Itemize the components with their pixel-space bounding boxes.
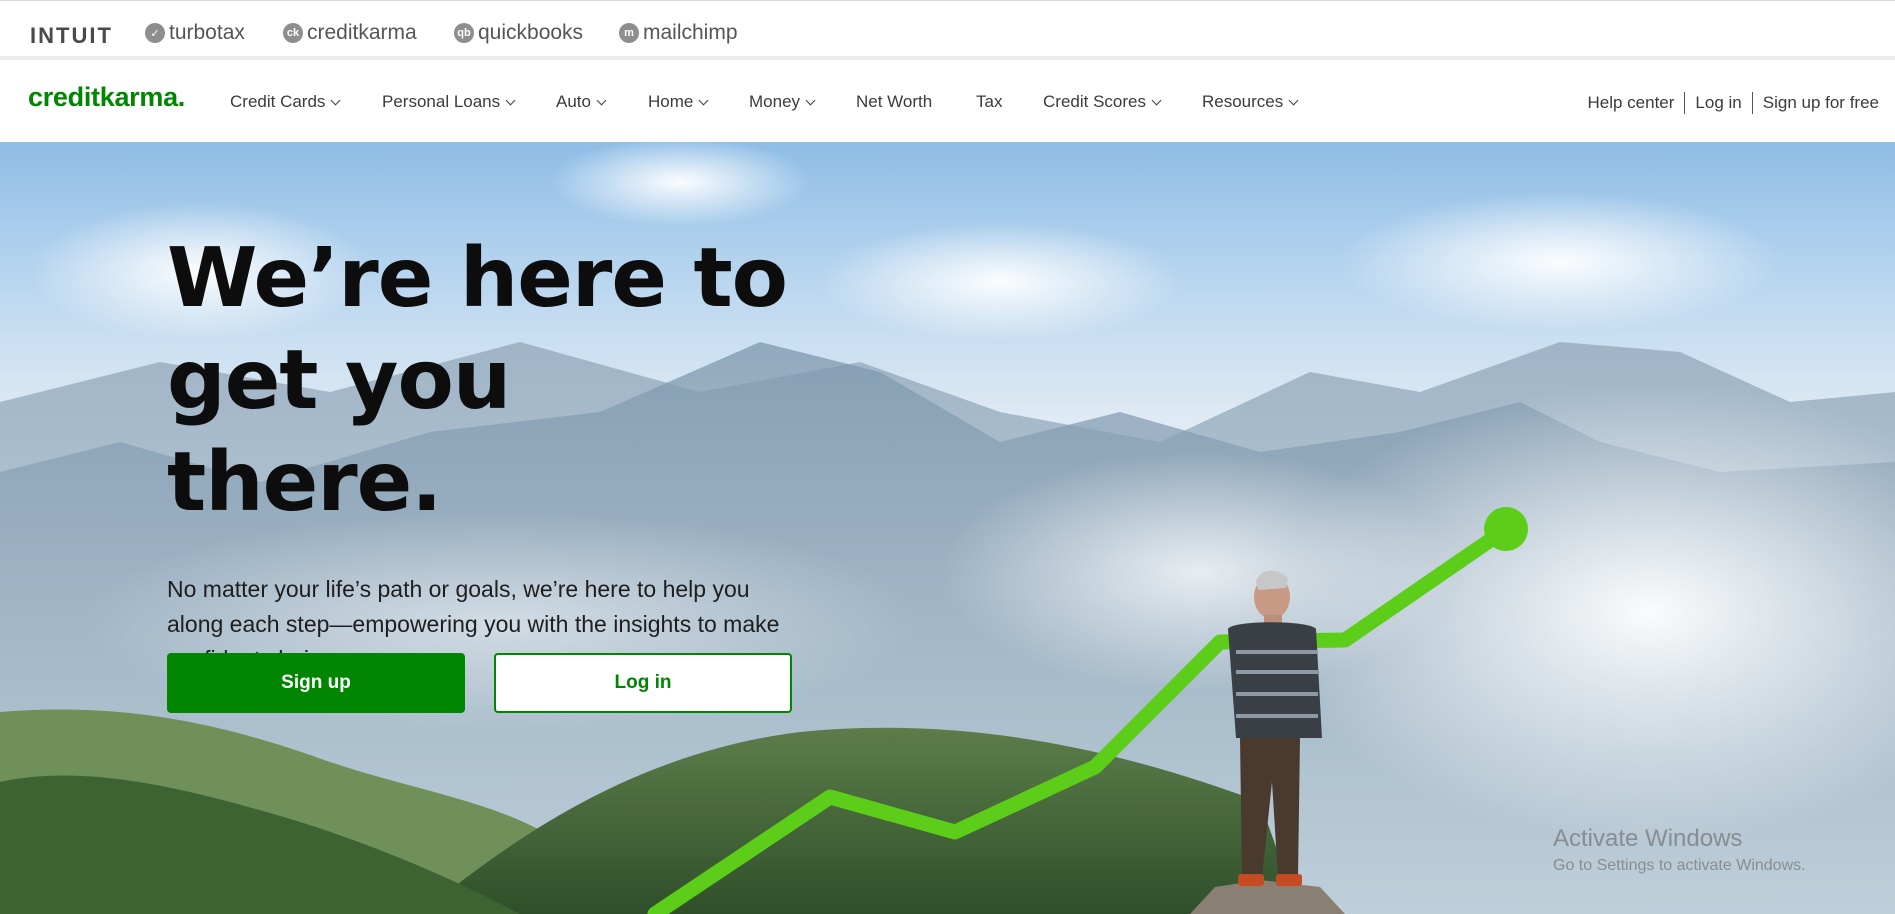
log-in-button[interactable]: Log in — [494, 653, 792, 713]
help-center-link[interactable]: Help center — [1587, 93, 1674, 113]
nav-item-label: Tax — [976, 92, 1003, 111]
brand-link-turbotax[interactable]: ✓ turbotax — [145, 21, 245, 45]
nav-item-credit-scores[interactable]: Credit Scores — [1043, 92, 1162, 112]
brand-label: creditkarma — [307, 21, 417, 44]
brand-label: mailchimp — [643, 21, 738, 44]
brand-link-mailchimp[interactable]: m mailchimp — [619, 21, 738, 45]
chevron-down-icon — [1151, 95, 1162, 105]
chevron-down-icon — [805, 95, 816, 105]
brand-label: quickbooks — [478, 21, 584, 44]
utility-links: Help center Log in Sign up for free — [1587, 92, 1879, 114]
nav-item-home[interactable]: Home — [648, 92, 709, 112]
nav-item-label: Credit Scores — [1043, 92, 1146, 111]
main-nav: creditkarma. Credit Cards Personal Loans… — [0, 60, 1895, 142]
nav-item-label: Credit Cards — [230, 92, 326, 111]
signup-free-link[interactable]: Sign up for free — [1763, 93, 1879, 113]
chimp-icon: m — [619, 23, 639, 43]
sign-up-button[interactable]: Sign up — [167, 653, 465, 713]
divider — [1751, 92, 1753, 114]
hero-title-line-2: get you there. — [167, 333, 511, 530]
nav-item-personal-loans[interactable]: Personal Loans — [382, 92, 516, 112]
nav-item-label: Home — [648, 92, 694, 111]
brand-link-quickbooks[interactable]: qb quickbooks — [454, 21, 583, 45]
nav-item-tax[interactable]: Tax — [976, 92, 1002, 112]
intuit-logo[interactable]: INTUIT — [30, 23, 113, 49]
nav-item-label: Resources — [1202, 92, 1284, 111]
check-icon: ✓ — [145, 23, 165, 43]
nav-item-label: Net Worth — [856, 92, 933, 111]
nav-item-label: Auto — [556, 92, 591, 111]
watermark-subtitle: Go to Settings to activate Windows. — [1553, 857, 1806, 874]
chevron-down-icon — [698, 95, 709, 105]
chevron-down-icon — [330, 95, 341, 105]
chevron-down-icon — [505, 95, 516, 105]
nav-item-money[interactable]: Money — [749, 92, 816, 112]
hero-section: We’re here to get you there. No matter y… — [0, 142, 1895, 914]
chevron-down-icon — [1288, 95, 1299, 105]
nav-item-label: Personal Loans — [382, 92, 501, 111]
watermark-title: Activate Windows — [1553, 825, 1743, 852]
login-link[interactable]: Log in — [1695, 93, 1741, 113]
brand-label: turbotax — [169, 21, 245, 44]
brand-link-creditkarma[interactable]: ck creditkarma — [283, 21, 417, 45]
activate-windows-watermark: Activate Windows Go to Settings to activ… — [1553, 825, 1806, 875]
chevron-down-icon — [596, 95, 607, 105]
hero-title: We’re here to get you there. — [167, 228, 807, 534]
intuit-brand-bar: INTUIT ✓ turbotax ck creditkarma qb quic… — [0, 0, 1895, 60]
ck-icon: ck — [283, 23, 303, 43]
nav-item-label: Money — [749, 92, 801, 111]
hero-title-line-1: We’re here to — [167, 231, 788, 326]
divider — [1684, 92, 1686, 114]
nav-item-resources[interactable]: Resources — [1202, 92, 1299, 112]
nav-item-auto[interactable]: Auto — [556, 92, 607, 112]
qb-icon: qb — [454, 23, 474, 43]
nav-item-credit-cards[interactable]: Credit Cards — [230, 92, 341, 112]
nav-item-net-worth[interactable]: Net Worth — [856, 92, 932, 112]
hero-copy: We’re here to get you there. No matter y… — [167, 228, 807, 677]
creditkarma-logo[interactable]: creditkarma. — [28, 82, 185, 113]
